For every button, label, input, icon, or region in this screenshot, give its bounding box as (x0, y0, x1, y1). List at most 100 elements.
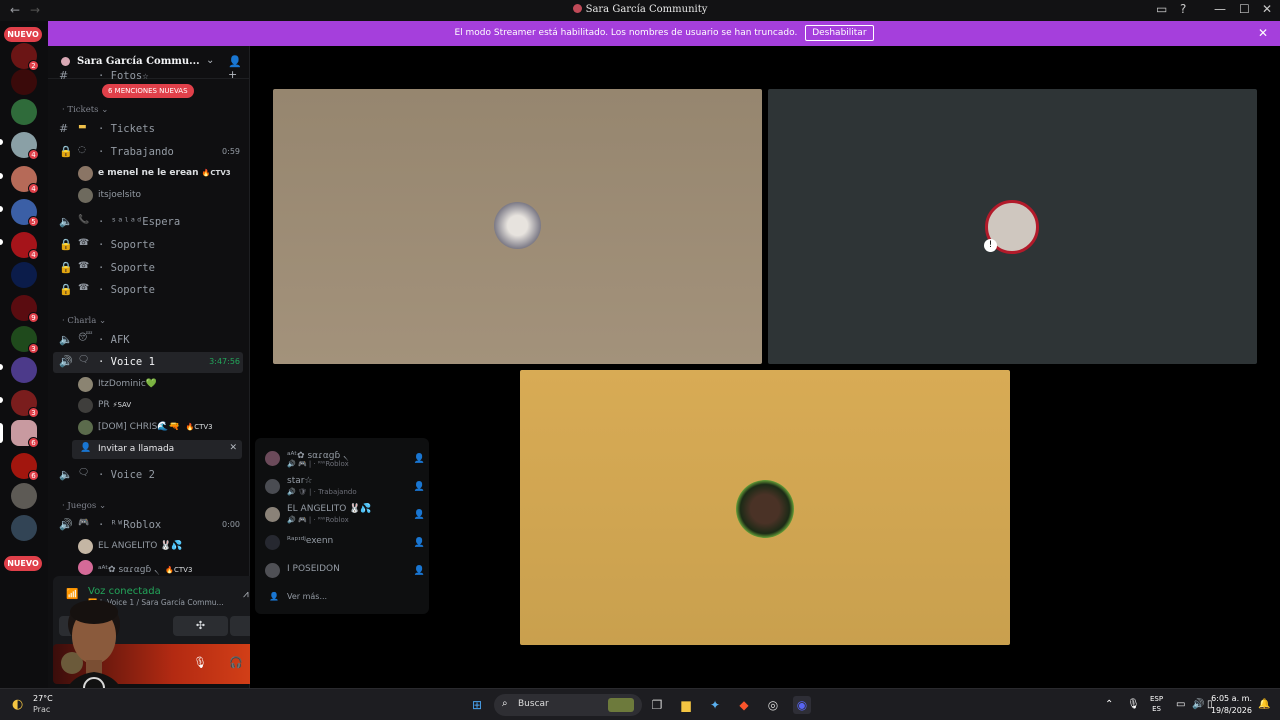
avatar (265, 479, 280, 494)
search-box[interactable]: ⌕ Buscar (494, 694, 642, 716)
user-action-icon[interactable]: 👤 (414, 482, 425, 492)
activities-icon: ✣ (195, 619, 206, 632)
add-user-icon: 👤 (80, 443, 92, 453)
obs-icon[interactable]: ◎ (764, 696, 782, 714)
voice-user[interactable]: PR ⚡SAV (78, 396, 243, 416)
see-more-link[interactable]: 👤 Ver más... (265, 587, 425, 613)
new-mentions-pill[interactable]: 6 MENCIONES NUEVAS (102, 84, 194, 98)
popup-user[interactable]: star☆ 🔊 🛡 | · Trabajando 👤 (265, 474, 425, 500)
start-icon[interactable]: ⊞ (468, 696, 486, 714)
server-icon[interactable]: 4 (11, 166, 39, 194)
server-icon-selected[interactable]: 6 (11, 420, 39, 448)
server-icon[interactable] (11, 515, 37, 541)
server-icon[interactable] (11, 483, 37, 509)
headset-icon[interactable]: 🎧 (229, 656, 243, 669)
voice-user[interactable]: e menel ne le erean 🔥CTV3 (78, 164, 243, 184)
avatar (78, 539, 93, 554)
unread-pip (0, 239, 3, 245)
server-icon[interactable] (11, 69, 37, 95)
copilot-icon[interactable]: ✦ (706, 696, 724, 714)
avatar (78, 166, 93, 181)
network-icon[interactable]: ▭ (1176, 699, 1185, 710)
channel-espera[interactable]: 🔈 📞 · ˢᵃˡᵃᵈEspera (53, 212, 243, 233)
participant-tile[interactable] (273, 89, 762, 364)
help-icon[interactable]: ? (1180, 2, 1186, 16)
server-icon[interactable] (11, 99, 37, 125)
participant-tile[interactable]: ! (768, 89, 1257, 364)
voice-user[interactable]: EL ANGELITO 🐰💦 (78, 537, 243, 557)
mention-badge: 6 (28, 437, 39, 448)
voice-user[interactable]: [DOM] CHRIS🌊🔫 🔥CTV3 (78, 418, 243, 438)
inbox-icon[interactable]: ▭ (1156, 2, 1167, 16)
speaker-icon: 🔊 (59, 355, 73, 368)
server-list: NUEVO 2 4 4 5 4 9 3 3 6 6 NUEVO (0, 21, 48, 688)
phone-icon: ☎ (78, 261, 90, 271)
avatar (78, 398, 93, 413)
mic-icon[interactable]: 🎙 (193, 656, 207, 669)
popup-user[interactable]: EL ANGELITO 🐰💦 🔊 🎮 | · ᴿᵂRoblox 👤 (265, 502, 425, 528)
disable-streamer-button[interactable]: Deshabilitar (805, 25, 874, 41)
channel-soporte[interactable]: 🔒 ☎ · Soporte (53, 258, 243, 279)
server-icon[interactable] (11, 357, 37, 383)
brave-icon[interactable]: ◆ (735, 696, 753, 714)
popup-user[interactable]: I POSEIDON 👤 (265, 558, 425, 584)
user-action-icon[interactable]: 👤 (414, 454, 425, 464)
category-tickets[interactable]: · Tickets ⌄ (62, 105, 108, 115)
weather-icon[interactable]: ◐ (12, 697, 23, 712)
channel-soporte[interactable]: 🔒 ☎ · Soporte (53, 280, 243, 301)
server-icon[interactable]: 6 (11, 453, 39, 481)
clock[interactable]: 6:05 a. m. 19/8/2026 (1211, 693, 1252, 717)
close-icon[interactable]: ✕ (1258, 21, 1268, 46)
language-indicator[interactable]: ESP ES (1150, 694, 1163, 714)
user-tag: 🔥CTV3 (185, 423, 213, 431)
voice-user-name: [DOM] CHRIS🌊🔫 (98, 422, 180, 432)
participant-tile[interactable] (520, 370, 1010, 645)
minimize-button[interactable]: — (1214, 2, 1226, 16)
server-icon[interactable]: 4 (11, 232, 39, 260)
notifications-icon[interactable]: 🔔 (1258, 699, 1270, 710)
discord-icon[interactable]: ◉ (793, 696, 811, 714)
channel-voice-2[interactable]: 🔈 🗨 · Voice 2 (53, 465, 243, 486)
user-action-icon[interactable]: 👤 (414, 566, 425, 576)
server-icon[interactable]: 3 (11, 326, 39, 354)
close-icon[interactable]: ✕ (229, 443, 237, 453)
channel-voice-1[interactable]: 🔊 🗨 · Voice 1 3:47:56 (53, 352, 243, 373)
avatar (78, 188, 93, 203)
channel-soporte[interactable]: 🔒 ☎ · Soporte (53, 235, 243, 256)
volume-icon[interactable]: 🔊 (1192, 699, 1204, 710)
server-icon[interactable]: 5 (11, 199, 39, 227)
channel-roblox[interactable]: 🔊 🎮 · ᴿᵂRoblox 0:00 (53, 515, 243, 536)
category-juegos[interactable]: · Juegos ⌄ (62, 501, 106, 511)
search-icon: ⌕ (502, 698, 508, 709)
weather-temp[interactable]: 27°C (33, 694, 53, 703)
server-icon[interactable] (11, 262, 37, 288)
user-action-icon[interactable]: 👤 (414, 510, 425, 520)
chevron-down-icon[interactable]: ⌄ (206, 55, 214, 66)
chevron-up-icon[interactable]: ⌃ (1105, 699, 1113, 710)
mic-tray-icon[interactable]: 🎙 (1127, 699, 1140, 710)
voice-user[interactable]: ItzDominic💚 (78, 375, 243, 395)
activities-button[interactable]: ✣ (173, 616, 228, 636)
channel-fotos[interactable]: # · Fotos☆ (53, 71, 243, 83)
server-icon[interactable]: 3 (11, 390, 39, 418)
server-icon[interactable]: 2 (11, 43, 39, 71)
task-view-icon[interactable]: ❐ (648, 696, 666, 714)
voice-user[interactable]: itsjoelsito (78, 186, 243, 206)
user-action-icon[interactable]: 👤 (414, 538, 425, 548)
popup-user[interactable]: ᴿᵃᵖᶦᵈʲexenn 👤 (265, 530, 425, 556)
file-explorer-icon[interactable]: ▆ (677, 696, 695, 714)
hash-icon: # (59, 122, 69, 135)
voice-user[interactable]: ᵃᴬᵗ✿ sαɾαgɓ ৲ 🔥CTV3 (78, 558, 243, 578)
maximize-button[interactable]: ☐ (1239, 2, 1250, 16)
invite-to-call-button[interactable]: 👤 Invitar a llamada ✕ (72, 440, 242, 459)
noise-suppression-icon[interactable]: ⩘ (243, 589, 249, 600)
close-window-button[interactable]: ✕ (1262, 2, 1272, 16)
channel-afk[interactable]: 🔈 😴 · AFK (53, 330, 243, 351)
avatar (78, 420, 93, 435)
category-charla[interactable]: · Charla ⌄ (62, 316, 106, 326)
channel-tickets[interactable]: # ▬ · Tickets (53, 119, 243, 140)
channel-trabajando[interactable]: 🔒 ◌ · Trabajando 0:59 (53, 142, 243, 163)
server-icon[interactable]: 9 (11, 295, 39, 323)
popup-user[interactable]: ᵃᴬᵗ✿ sαɾαgɓ ৲ 🔊 🎮 | · ᴿᵂRoblox 👤 (265, 446, 425, 472)
server-icon[interactable]: 4 (11, 132, 39, 160)
